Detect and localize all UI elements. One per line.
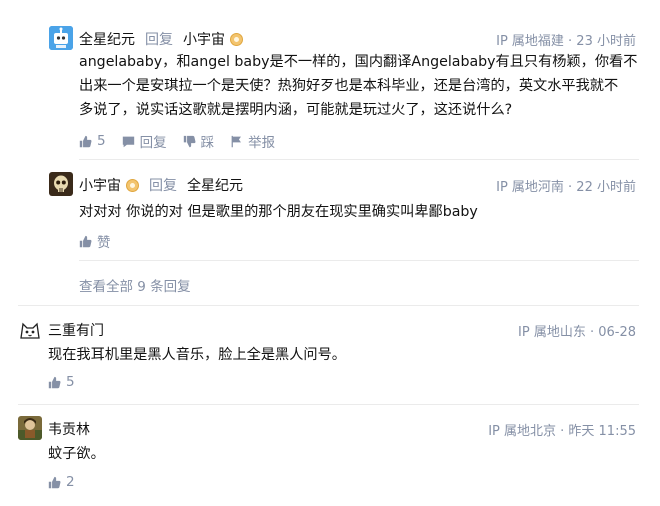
divider	[18, 404, 639, 405]
reply-to-name[interactable]: 全星纪元	[187, 175, 243, 195]
like-count: 5	[66, 374, 75, 390]
like-button[interactable]: 5	[79, 133, 106, 149]
divider	[79, 159, 639, 160]
reply-word: 回复	[149, 178, 177, 194]
like-button[interactable]: 2	[48, 474, 75, 490]
comment-content: 蚊子欲。	[48, 446, 105, 462]
comment-actions: 2	[48, 474, 91, 490]
author-name[interactable]: 小宇宙	[79, 175, 121, 195]
thumbs-up-icon	[48, 376, 61, 388]
ip-location-time: IP 属地河南 · 22 小时前	[496, 180, 636, 195]
report-button[interactable]: 举报	[230, 131, 275, 151]
comment-section: 全星纪元 回复 小宇宙 IP 属地福建 · 23 小时前 angelababy，…	[0, 0, 660, 506]
dislike-label: 踩	[200, 135, 215, 151]
ip-location-time: IP 属地北京 · 昨天 11:55	[488, 424, 636, 439]
comment-content: angelababy，和angel baby是不一样的，国内翻译Angelaba…	[79, 50, 644, 122]
avatar-robot-icon	[49, 26, 73, 50]
like-button[interactable]: 5	[48, 374, 75, 390]
author-name[interactable]: 韦贡林	[48, 419, 90, 439]
reply-header: 小宇宙 回复 全星纪元	[79, 175, 243, 195]
like-count: 5	[97, 133, 106, 149]
report-label: 举报	[248, 135, 276, 151]
thumbs-down-icon	[183, 135, 196, 147]
ip-location-time: IP 属地山东 · 06-28	[518, 325, 636, 340]
view-all-replies-link[interactable]: 查看全部 9 条回复	[79, 275, 191, 295]
avatar[interactable]	[49, 172, 73, 196]
thumbs-up-icon	[79, 235, 92, 247]
like-label: 赞	[97, 235, 111, 251]
comment-content: 现在我耳机里是黑人音乐，脸上全是黑人问号。	[48, 347, 346, 363]
avatar-character-icon	[18, 416, 42, 440]
dislike-button[interactable]: 踩	[183, 131, 215, 151]
comment-actions: 5	[48, 374, 91, 390]
level-badge-icon	[230, 32, 243, 46]
divider	[18, 305, 639, 306]
thumbs-up-icon	[79, 135, 92, 147]
avatar[interactable]	[18, 318, 42, 342]
divider	[79, 260, 639, 261]
comment-header: 三重有门	[48, 320, 104, 340]
comment-content: 对对对 你说的对 但是歌里的那个朋友在现实里确实叫卑鄙baby	[79, 204, 478, 220]
reply-button[interactable]: 回复	[122, 131, 167, 151]
content-line: 多说了，说实话这歌就是摆明内涵，可能就是玩过火了，这还说什么?	[79, 102, 513, 118]
avatar-cat-icon	[18, 318, 42, 342]
ip-location-time: IP 属地福建 · 23 小时前	[496, 34, 636, 49]
like-count: 2	[66, 474, 75, 490]
reply-word: 回复	[145, 32, 173, 48]
comment-actions: 赞	[79, 231, 127, 251]
like-button[interactable]: 赞	[79, 231, 111, 251]
thumbs-up-icon	[48, 476, 61, 488]
author-name[interactable]: 全星纪元	[79, 29, 135, 49]
comment-header: 韦贡林	[48, 419, 90, 439]
flag-icon	[231, 135, 242, 147]
content-line: angelababy，和angel baby是不一样的，国内翻译Angelaba…	[79, 54, 638, 70]
author-name[interactable]: 三重有门	[48, 320, 104, 340]
avatar[interactable]	[49, 26, 73, 50]
reply-icon	[122, 136, 134, 147]
reply-to-name[interactable]: 小宇宙	[183, 29, 225, 49]
comment-actions: 5 回复 踩 举报	[79, 131, 291, 151]
reply-label: 回复	[139, 135, 167, 151]
avatar-skull-icon	[49, 172, 73, 196]
level-badge-icon	[126, 178, 139, 192]
content-line: 出来一个是安琪拉一个是天使？热狗好歹也是本科毕业，还是台湾的，英文水平我就不	[79, 78, 619, 94]
avatar[interactable]	[18, 416, 42, 440]
reply-header: 全星纪元 回复 小宇宙	[79, 29, 243, 49]
